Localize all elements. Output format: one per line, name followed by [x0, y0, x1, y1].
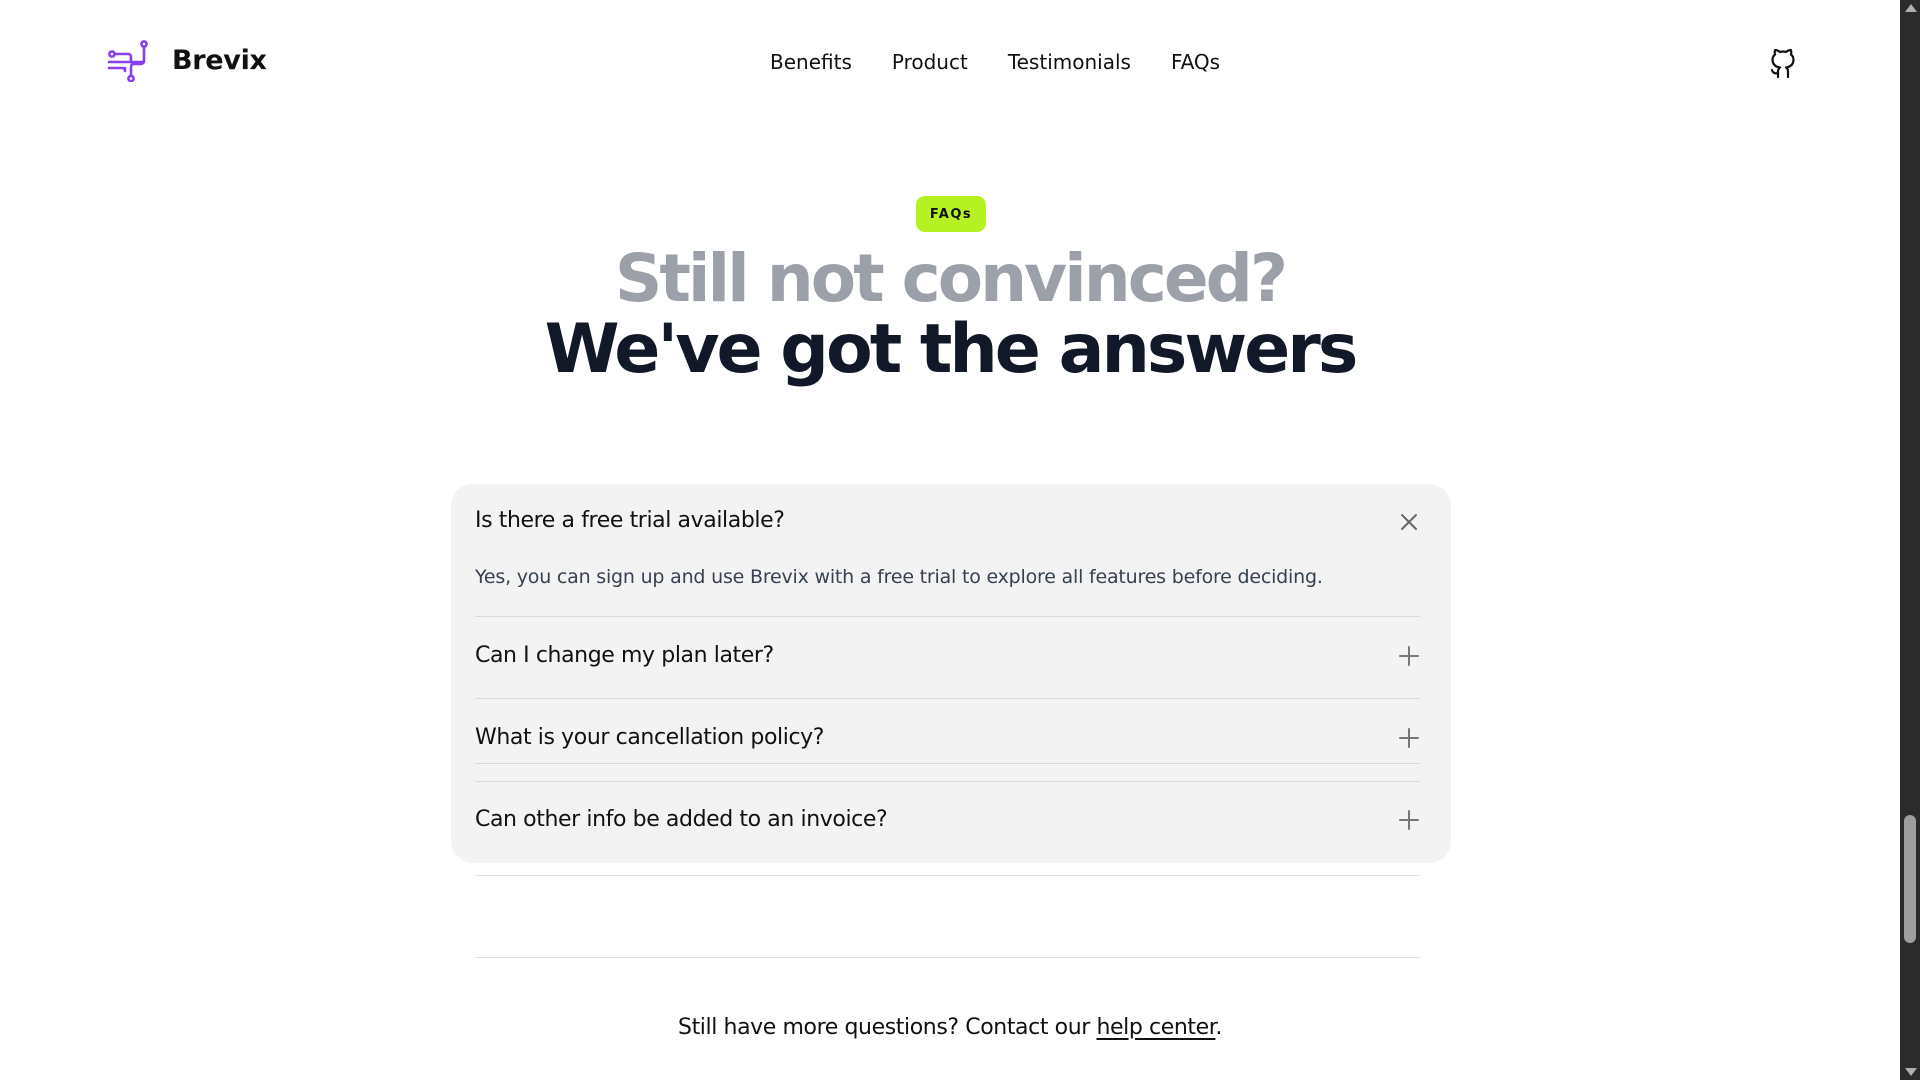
- faq-divider: [475, 763, 1420, 764]
- close-icon[interactable]: [1398, 511, 1420, 533]
- help-note: Still have more questions? Contact our h…: [0, 1015, 1900, 1040]
- faq-item[interactable]: Can I change my plan later?: [475, 617, 1420, 699]
- plus-icon[interactable]: [1398, 645, 1420, 667]
- scrollbar[interactable]: [1900, 0, 1920, 1080]
- faq-answer: Yes, you can sign up and use Brevix with…: [475, 566, 1323, 588]
- scrollbar-thumb[interactable]: [1904, 815, 1916, 943]
- github-icon[interactable]: [1768, 48, 1798, 80]
- help-note-period: .: [1215, 1015, 1222, 1040]
- faq-item[interactable]: Can other info be added to an invoice?: [475, 781, 1420, 863]
- faq-question[interactable]: Is there a free trial available?: [475, 508, 785, 533]
- main-nav: Benefits Product Testimonials FAQs: [770, 50, 1220, 74]
- nav-link-testimonials[interactable]: Testimonials: [1008, 50, 1131, 74]
- page: Brevix Benefits Product Testimonials FAQ…: [0, 0, 1900, 1080]
- nav-link-benefits[interactable]: Benefits: [770, 50, 852, 74]
- scroll-up-arrow-icon[interactable]: [1905, 4, 1917, 12]
- faq-question[interactable]: Can I change my plan later?: [475, 643, 774, 668]
- faq-item[interactable]: What is your cancellation policy?: [475, 699, 1420, 782]
- faq-accordion: Is there a free trial available? Yes, yo…: [451, 484, 1451, 863]
- scroll-down-arrow-icon[interactable]: [1905, 1068, 1917, 1076]
- headline-light: Still not convinced?: [614, 240, 1288, 317]
- nav-link-product[interactable]: Product: [892, 50, 968, 74]
- faqs-badge: FAQs: [916, 196, 986, 232]
- help-note-text: Still have more questions? Contact our: [678, 1015, 1097, 1040]
- brand-name: Brevix: [172, 44, 267, 76]
- section-divider: [475, 957, 1420, 958]
- plus-icon[interactable]: [1398, 809, 1420, 831]
- section-divider: [475, 875, 1420, 876]
- site-header: Brevix Benefits Product Testimonials FAQ…: [0, 0, 1900, 126]
- plus-icon[interactable]: [1398, 727, 1420, 749]
- headline-dark: We've got the answers: [544, 310, 1359, 389]
- faq-question[interactable]: What is your cancellation policy?: [475, 725, 824, 750]
- faq-question[interactable]: Can other info be added to an invoice?: [475, 807, 888, 832]
- brand-link[interactable]: Brevix: [106, 38, 267, 82]
- brevix-logo-icon: [107, 40, 148, 82]
- help-center-link[interactable]: help center: [1096, 1015, 1215, 1040]
- nav-link-faqs[interactable]: FAQs: [1171, 50, 1220, 74]
- faq-item[interactable]: Is there a free trial available? Yes, yo…: [475, 484, 1420, 617]
